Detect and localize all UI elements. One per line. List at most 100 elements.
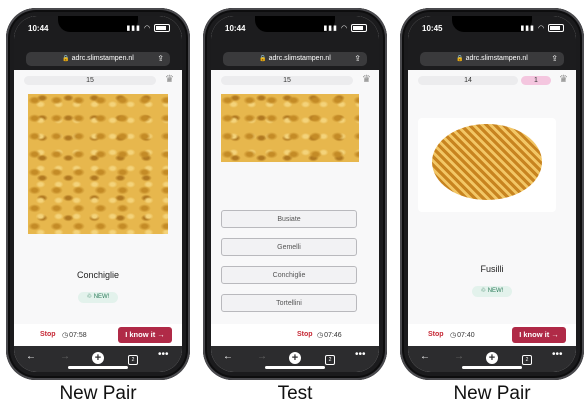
- pasta-image: [418, 118, 556, 212]
- tabs-icon[interactable]: 2: [325, 353, 335, 365]
- app-content: 15 ♛ Busiate Gemelli Conchiglie Tortelli…: [211, 70, 379, 346]
- phone-frame: 10:44 ▮▮▮ ◠ 🔒 adrc.slimstampen.nl ⇪ 15 ♛ …: [203, 8, 387, 380]
- timer: ◷07:58: [62, 331, 87, 339]
- new-icon: ♲: [86, 294, 94, 300]
- option-button[interactable]: Gemelli: [221, 238, 357, 256]
- phone-screen: 10:45 ▮▮▮ ◠ 🔒 adrc.slimstampen.nl ⇪ 14 1 …: [408, 16, 576, 372]
- footer-bar: Stop ◷07:58 I know it →: [14, 324, 182, 346]
- more-icon[interactable]: •••: [355, 349, 366, 360]
- clock-icon: ◷: [62, 332, 69, 339]
- timer-text: 07:40: [457, 332, 475, 339]
- pasta-image: [28, 94, 168, 234]
- pasta-image: [221, 94, 359, 162]
- caption: New Pair: [453, 383, 531, 404]
- back-arrow-icon[interactable]: ←: [420, 351, 430, 362]
- timer-text: 07:46: [324, 332, 342, 339]
- review-badge: 1: [521, 76, 551, 85]
- url-bar[interactable]: 🔒 adrc.slimstampen.nl ⇪: [223, 52, 367, 66]
- phone-frame: 10:44 ▮▮▮ ◠ 🔒 adrc.slimstampen.nl ⇪ 15 ♛ …: [6, 8, 190, 380]
- progress-bar: 14: [418, 76, 518, 85]
- plus-icon[interactable]: +: [92, 352, 104, 364]
- phone-screen: 10:44 ▮▮▮ ◠ 🔒 adrc.slimstampen.nl ⇪ 15 ♛ …: [211, 16, 379, 372]
- plus-icon[interactable]: +: [486, 352, 498, 364]
- status-bar: 10:44 ▮▮▮ ◠: [14, 16, 182, 52]
- status-icons: ▮▮▮ ◠: [520, 24, 564, 33]
- url-text: adrc.slimstampen.nl: [465, 55, 528, 62]
- home-indicator: [462, 366, 522, 369]
- new-label: NEW!: [93, 294, 110, 300]
- clock-icon: ◷: [450, 332, 457, 339]
- lock-icon: 🔒: [456, 56, 464, 62]
- forward-arrow-icon[interactable]: →: [454, 351, 464, 362]
- option-button[interactable]: Conchiglie: [221, 266, 357, 284]
- stop-button[interactable]: Stop: [428, 331, 444, 338]
- plus-icon[interactable]: +: [289, 352, 301, 364]
- status-bar: 10:45 ▮▮▮ ◠: [408, 16, 576, 52]
- status-time: 10:45: [422, 24, 443, 33]
- stop-button[interactable]: Stop: [40, 331, 56, 338]
- footer-bar: Stop ◷07:40 I know it →: [408, 324, 576, 346]
- home-indicator: [68, 366, 128, 369]
- back-arrow-icon[interactable]: ←: [26, 351, 36, 362]
- battery-icon: [351, 24, 367, 33]
- share-icon[interactable]: ⇪: [157, 52, 164, 66]
- crown-icon: ♛: [559, 74, 568, 85]
- phone-new-pair-2: 10:45 ▮▮▮ ◠ 🔒 adrc.slimstampen.nl ⇪ 14 1 …: [400, 0, 584, 408]
- more-icon[interactable]: •••: [158, 349, 169, 360]
- stop-button[interactable]: Stop: [297, 331, 313, 338]
- share-icon[interactable]: ⇪: [354, 52, 361, 66]
- phone-frame: 10:45 ▮▮▮ ◠ 🔒 adrc.slimstampen.nl ⇪ 14 1 …: [400, 8, 584, 380]
- status-time: 10:44: [28, 24, 49, 33]
- crown-icon: ♛: [362, 74, 371, 85]
- i-know-it-label: I know it: [125, 330, 156, 339]
- forward-arrow-icon[interactable]: →: [257, 351, 267, 362]
- footer-bar: Stop ◷07:46: [211, 324, 379, 346]
- url-text: adrc.slimstampen.nl: [71, 55, 134, 62]
- battery-icon: [548, 24, 564, 33]
- share-icon[interactable]: ⇪: [551, 52, 558, 66]
- arrow-right-icon: →: [157, 330, 165, 339]
- url-text: adrc.slimstampen.nl: [268, 55, 331, 62]
- forward-arrow-icon[interactable]: →: [60, 351, 70, 362]
- status-time: 10:44: [225, 24, 246, 33]
- caption: New Pair: [59, 383, 137, 404]
- clock-icon: ◷: [317, 332, 324, 339]
- option-button[interactable]: Tortellini: [221, 294, 357, 312]
- i-know-it-label: I know it: [519, 330, 550, 339]
- phone-screen: 10:44 ▮▮▮ ◠ 🔒 adrc.slimstampen.nl ⇪ 15 ♛ …: [14, 16, 182, 372]
- more-icon[interactable]: •••: [552, 349, 563, 360]
- timer: ◷07:40: [450, 331, 475, 339]
- lock-icon: 🔒: [259, 56, 267, 62]
- status-icons: ▮▮▮ ◠: [126, 24, 170, 33]
- lock-icon: 🔒: [62, 56, 70, 62]
- phone-new-pair-1: 10:44 ▮▮▮ ◠ 🔒 adrc.slimstampen.nl ⇪ 15 ♛ …: [6, 0, 190, 408]
- url-bar[interactable]: 🔒 adrc.slimstampen.nl ⇪: [26, 52, 170, 66]
- arrow-right-icon: →: [551, 330, 559, 339]
- pasta-name: Fusilli: [480, 264, 504, 274]
- pasta-name: Conchiglie: [76, 270, 120, 280]
- progress-bar: 15: [24, 76, 156, 85]
- status-bar: 10:44 ▮▮▮ ◠: [211, 16, 379, 52]
- tabs-icon[interactable]: 2: [522, 353, 532, 365]
- i-know-it-button[interactable]: I know it →: [118, 327, 172, 343]
- url-bar[interactable]: 🔒 adrc.slimstampen.nl ⇪: [420, 52, 564, 66]
- caption: Test: [277, 383, 313, 404]
- tabs-count: 2: [325, 355, 335, 365]
- new-label: NEW!: [487, 288, 504, 294]
- new-icon: ♲: [480, 288, 488, 294]
- progress-bar: 15: [221, 76, 353, 85]
- tabs-count: 2: [128, 355, 138, 365]
- tabs-icon[interactable]: 2: [128, 353, 138, 365]
- app-content: 15 ♛ Conchiglie ♲ NEW! Stop ◷07:58 I kno…: [14, 70, 182, 346]
- new-badge: ♲ NEW!: [78, 292, 118, 303]
- status-icons: ▮▮▮ ◠: [323, 24, 367, 33]
- battery-icon: [154, 24, 170, 33]
- crown-icon: ♛: [165, 74, 174, 85]
- option-button[interactable]: Busiate: [221, 210, 357, 228]
- home-indicator: [265, 366, 325, 369]
- timer: ◷07:46: [317, 331, 342, 339]
- i-know-it-button[interactable]: I know it →: [512, 327, 566, 343]
- back-arrow-icon[interactable]: ←: [223, 351, 233, 362]
- phone-test: 10:44 ▮▮▮ ◠ 🔒 adrc.slimstampen.nl ⇪ 15 ♛ …: [203, 0, 387, 408]
- app-content: 14 1 ♛ Fusilli ♲ NEW! Stop ◷07:40 I know…: [408, 70, 576, 346]
